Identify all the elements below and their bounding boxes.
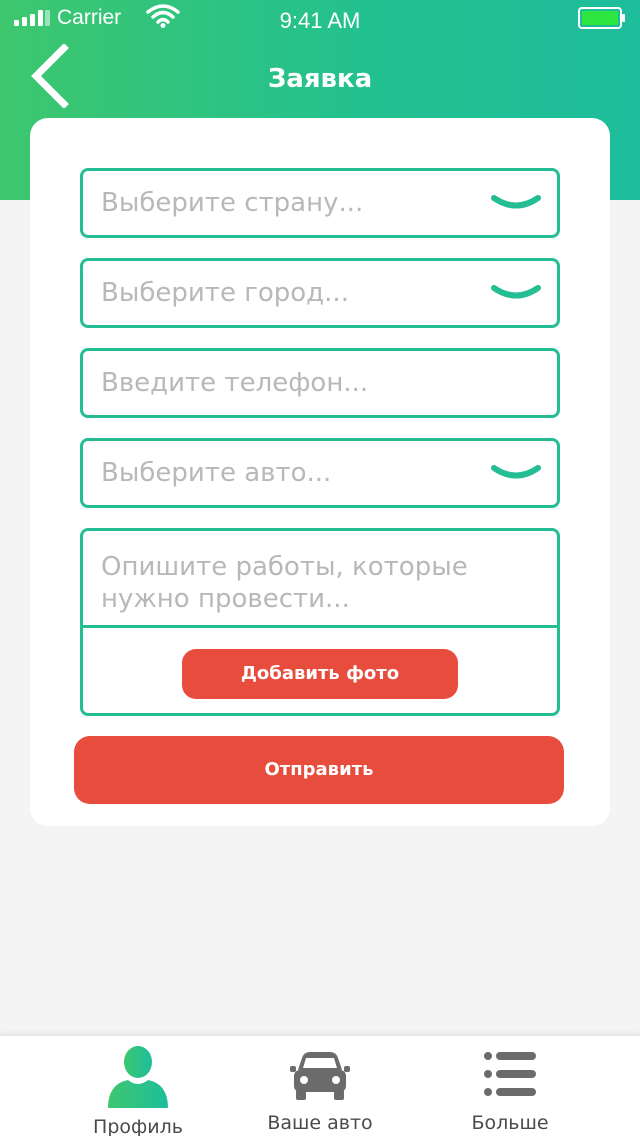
add-photo-button[interactable]: Добавить фото	[182, 649, 458, 699]
phone-input[interactable]: Введите телефон...	[80, 348, 560, 418]
tab-your-car[interactable]: Ваше авто	[240, 1036, 400, 1136]
status-time: 9:41 AM	[279, 8, 361, 33]
request-form-card: Выберите страну... Выберите город... Вве…	[30, 118, 610, 826]
description-divider	[83, 625, 557, 628]
submit-button[interactable]: Отправить	[74, 736, 564, 804]
city-select[interactable]: Выберите город...	[80, 258, 560, 328]
tab-your-car-label: Ваше авто	[267, 1112, 373, 1134]
car-select[interactable]: Выберите авто...	[80, 438, 560, 508]
description-box: Опишите работы, которые нужно провести..…	[80, 528, 560, 716]
tab-bar: Профиль Ваше авто Больше	[0, 1034, 640, 1136]
tab-more[interactable]: Больше	[430, 1036, 590, 1136]
status-bar: Carrier 9:41 AM	[0, 0, 640, 40]
page-title: Заявка	[267, 64, 373, 94]
user-icon	[108, 1046, 168, 1108]
chevron-down-icon	[491, 285, 541, 299]
description-textarea[interactable]: Опишите работы, которые нужно провести..…	[101, 551, 541, 615]
country-select[interactable]: Выберите страну...	[80, 168, 560, 238]
phone-placeholder: Введите телефон...	[101, 368, 369, 398]
list-menu-icon	[484, 1052, 536, 1096]
tab-profile[interactable]: Профиль	[58, 1036, 218, 1136]
chevron-down-icon	[491, 195, 541, 209]
city-placeholder: Выберите город...	[101, 278, 349, 308]
country-placeholder: Выберите страну...	[101, 188, 364, 218]
battery-icon	[578, 7, 625, 29]
chevron-down-icon	[491, 465, 541, 479]
car-placeholder: Выберите авто...	[101, 458, 332, 488]
car-icon	[290, 1052, 350, 1100]
tab-profile-label: Профиль	[93, 1116, 183, 1136]
tab-more-label: Больше	[471, 1112, 549, 1134]
